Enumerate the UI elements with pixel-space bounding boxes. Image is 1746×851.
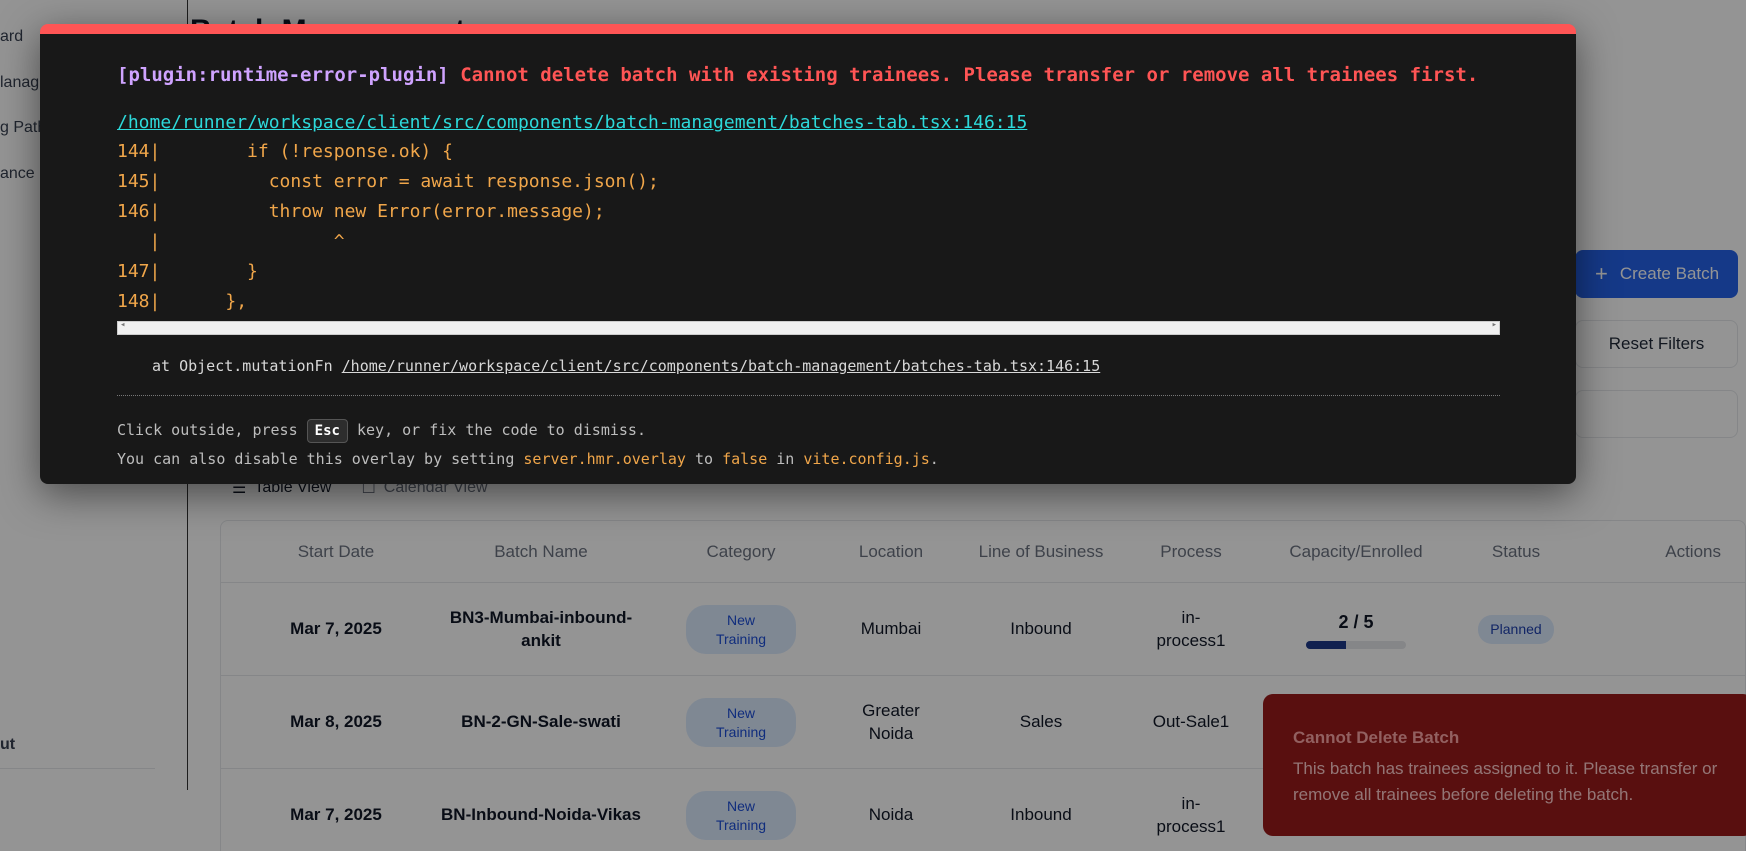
code-frame: 144| if (!response.ok) { 145| const erro… xyxy=(117,141,659,312)
tip-code: server.hmr.overlay xyxy=(523,450,686,468)
tip-code: false xyxy=(722,450,768,468)
scroll-right-icon[interactable]: ▸ xyxy=(1492,320,1497,330)
error-overlay: [plugin:runtime-error-plugin] Cannot del… xyxy=(40,24,1576,484)
stack-prefix: at Object.mutationFn xyxy=(152,357,333,375)
tip-text: in xyxy=(776,450,795,468)
error-message: Cannot delete batch with existing traine… xyxy=(460,64,1479,86)
tip-code: vite.config.js xyxy=(803,450,930,468)
tip-dismiss: Click outside, press Esc key, or fix the… xyxy=(117,416,1500,445)
tip-text: key, or fix the code to dismiss. xyxy=(356,421,646,439)
error-header: [plugin:runtime-error-plugin] Cannot del… xyxy=(117,64,1500,86)
scroll-left-icon[interactable]: ◂ xyxy=(120,320,125,330)
overlay-tip: Click outside, press Esc key, or fix the… xyxy=(117,416,1500,474)
plugin-name: [plugin:runtime-error-plugin] xyxy=(117,64,449,86)
horizontal-scrollbar[interactable]: ◂ ▸ xyxy=(117,320,1500,335)
tip-text: Click outside, press xyxy=(117,421,298,439)
stack-file-link[interactable]: /home/runner/workspace/client/src/compon… xyxy=(342,357,1101,375)
stack-trace: at Object.mutationFn /home/runner/worksp… xyxy=(117,357,1500,375)
tip-text: You can also disable this overlay by set… xyxy=(117,450,515,468)
tip-disable: You can also disable this overlay by set… xyxy=(117,445,1500,474)
tip-text: . xyxy=(929,450,939,468)
error-file-link[interactable]: /home/runner/workspace/client/src/compon… xyxy=(117,112,1027,133)
tip-divider xyxy=(117,395,1500,396)
tip-text: to xyxy=(694,450,714,468)
esc-key: Esc xyxy=(306,419,348,443)
